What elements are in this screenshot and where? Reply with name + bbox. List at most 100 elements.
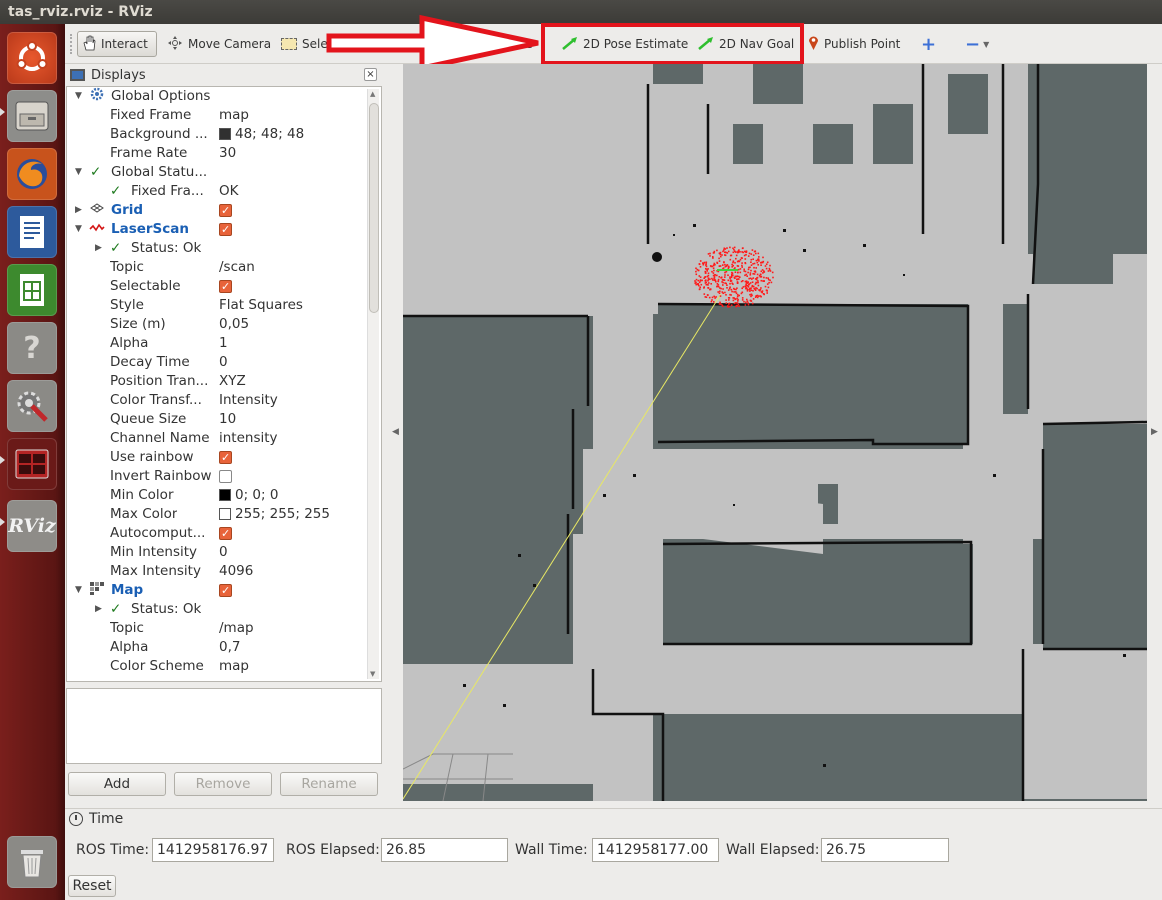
- tree-row-global-options[interactable]: ▼ Global Options: [67, 87, 367, 106]
- add-display-button[interactable]: Add: [68, 772, 166, 796]
- tree-row-max-color[interactable]: Max Color 255; 255; 255: [67, 505, 367, 524]
- tree-row-position-transformer[interactable]: Position Tran... XYZ: [67, 372, 367, 391]
- autocompute-checkbox[interactable]: [219, 524, 232, 543]
- rviz-icon[interactable]: RViz: [7, 500, 57, 552]
- tree-row-min-intensity[interactable]: Min Intensity 0: [67, 543, 367, 562]
- splitter-handle[interactable]: ▶: [1151, 427, 1158, 437]
- tree-row-color-scheme[interactable]: Color Scheme map: [67, 657, 367, 676]
- trash-icon[interactable]: [7, 836, 57, 888]
- color-swatch[interactable]: [219, 508, 231, 520]
- robot-marker: [652, 252, 662, 262]
- remove-tool-button[interactable]: − ▼: [961, 31, 993, 57]
- checkmark-icon: ✓: [90, 164, 102, 180]
- wall-elapsed-field[interactable]: 26.75: [821, 838, 949, 862]
- render-viewport[interactable]: [403, 64, 1147, 801]
- tree-row-map-topic[interactable]: Topic /map: [67, 619, 367, 638]
- chevron-down-icon: ▼: [983, 39, 990, 49]
- color-swatch[interactable]: [219, 128, 231, 140]
- tree-row-alpha[interactable]: Alpha 1: [67, 334, 367, 353]
- tree-row-decay-time[interactable]: Decay Time 0: [67, 353, 367, 372]
- tree-row-min-color[interactable]: Min Color 0; 0; 0: [67, 486, 367, 505]
- tree-row-map-status[interactable]: ▶ ✓ Status: Ok: [67, 600, 367, 619]
- displays-tree[interactable]: ▼ Global Options Fixed Frame map Backgro…: [66, 86, 382, 682]
- scrollbar-thumb[interactable]: [369, 103, 379, 313]
- time-header: Time: [69, 811, 123, 827]
- tree-row-map[interactable]: ▼ Map: [67, 581, 367, 600]
- window-title: tas_rviz.rviz - RViz: [0, 0, 1162, 24]
- grid-icon: [90, 201, 104, 220]
- tree-row-queue-size[interactable]: Queue Size 10: [67, 410, 367, 429]
- tree-row-map-alpha[interactable]: Alpha 0,7: [67, 638, 367, 657]
- map-enabled-checkbox[interactable]: [219, 581, 232, 600]
- splitter-handle[interactable]: ◀: [392, 427, 399, 437]
- add-tool-button[interactable]: +: [917, 31, 940, 57]
- tree-row-grid[interactable]: ▶ Grid: [67, 201, 367, 220]
- map-icon: [89, 581, 105, 601]
- use-rainbow-checkbox[interactable]: [219, 448, 232, 467]
- tree-row-size[interactable]: Size (m) 0,05: [67, 315, 367, 334]
- monitor-icon: [70, 69, 85, 81]
- tree-row-global-status[interactable]: ▼ ✓ Global Statu...: [67, 163, 367, 182]
- plus-icon: +: [921, 33, 937, 55]
- checkmark-icon: ✓: [110, 240, 122, 256]
- tree-scrollbar[interactable]: ▲ ▼: [367, 89, 379, 679]
- tree-row-laserscan[interactable]: ▼ LaserScan: [67, 220, 367, 239]
- laserscan-enabled-checkbox[interactable]: [219, 220, 232, 239]
- terminal-icon[interactable]: [7, 438, 57, 490]
- displays-panel: Displays × ▼ Global Options Fixed Frame …: [65, 64, 383, 808]
- wall-time-field[interactable]: 1412958177.00: [592, 838, 719, 862]
- tree-row-fixed-frame[interactable]: Fixed Frame map: [67, 106, 367, 125]
- ros-time-label: ROS Time:: [76, 842, 150, 858]
- hand-icon: [82, 35, 96, 54]
- help-icon[interactable]: ?: [7, 322, 57, 374]
- clock-icon: [69, 812, 83, 826]
- color-swatch[interactable]: [219, 489, 231, 501]
- minus-icon: −: [965, 33, 981, 55]
- tree-row-frame-rate[interactable]: Frame Rate 30: [67, 144, 367, 163]
- tree-row-use-rainbow[interactable]: Use rainbow: [67, 448, 367, 467]
- ros-time-field[interactable]: 1412958176.97: [152, 838, 274, 862]
- display-description-box: [66, 688, 382, 764]
- tree-row-autocompute[interactable]: Autocomput...: [67, 524, 367, 543]
- move-camera-tool[interactable]: Move Camera: [163, 31, 275, 57]
- settings-icon[interactable]: [7, 380, 57, 432]
- select-tool[interactable]: Sele: [277, 31, 332, 57]
- tree-row-selectable[interactable]: Selectable: [67, 277, 367, 296]
- selectable-checkbox[interactable]: [219, 277, 232, 296]
- writer-icon[interactable]: [7, 206, 57, 258]
- tree-row-fixed-frame-status[interactable]: ✓ Fixed Fra... OK: [67, 182, 367, 201]
- files-icon[interactable]: [7, 90, 57, 142]
- move-camera-icon: [167, 35, 183, 54]
- invert-rainbow-checkbox[interactable]: [219, 469, 232, 483]
- wall-elapsed-label: Wall Elapsed:: [726, 842, 820, 858]
- remove-display-button[interactable]: Remove: [174, 772, 272, 796]
- grid-enabled-checkbox[interactable]: [219, 201, 232, 220]
- tree-row-channel-name[interactable]: Channel Name intensity: [67, 429, 367, 448]
- calc-icon[interactable]: [7, 264, 57, 316]
- time-panel: Time ROS Time: 1412958176.97 ROS Elapsed…: [65, 808, 1162, 900]
- displays-header: Displays: [65, 64, 383, 86]
- rename-display-button[interactable]: Rename: [280, 772, 378, 796]
- unity-launcher: ? RViz: [0, 24, 65, 900]
- firefox-icon[interactable]: [7, 148, 57, 200]
- gear-icon: [90, 87, 104, 107]
- tree-row-color-transformer[interactable]: Color Transf... Intensity: [67, 391, 367, 410]
- close-icon[interactable]: ×: [364, 68, 377, 81]
- ubuntu-dash-icon[interactable]: [7, 32, 57, 84]
- checkmark-icon: ✓: [110, 183, 122, 199]
- tree-row-background[interactable]: Background ... 48; 48; 48: [67, 125, 367, 144]
- annotation-highlight-box: [541, 23, 804, 65]
- tree-row-max-intensity[interactable]: Max Intensity 4096: [67, 562, 367, 581]
- tree-row-topic[interactable]: Topic /scan: [67, 258, 367, 277]
- tree-row-style[interactable]: Style Flat Squares: [67, 296, 367, 315]
- tree-row-laserscan-status[interactable]: ▶ ✓ Status: Ok: [67, 239, 367, 258]
- interact-tool[interactable]: Interact: [77, 31, 157, 57]
- wall-time-label: Wall Time:: [515, 842, 588, 858]
- reset-button[interactable]: Reset: [68, 875, 116, 897]
- ros-elapsed-field[interactable]: 26.85: [381, 838, 508, 862]
- tree-row-invert-rainbow[interactable]: Invert Rainbow: [67, 467, 367, 486]
- select-icon: [281, 38, 297, 50]
- checkmark-icon: ✓: [110, 601, 122, 617]
- laserscan-icon: [89, 220, 105, 239]
- publish-point-tool[interactable]: Publish Point: [804, 31, 904, 57]
